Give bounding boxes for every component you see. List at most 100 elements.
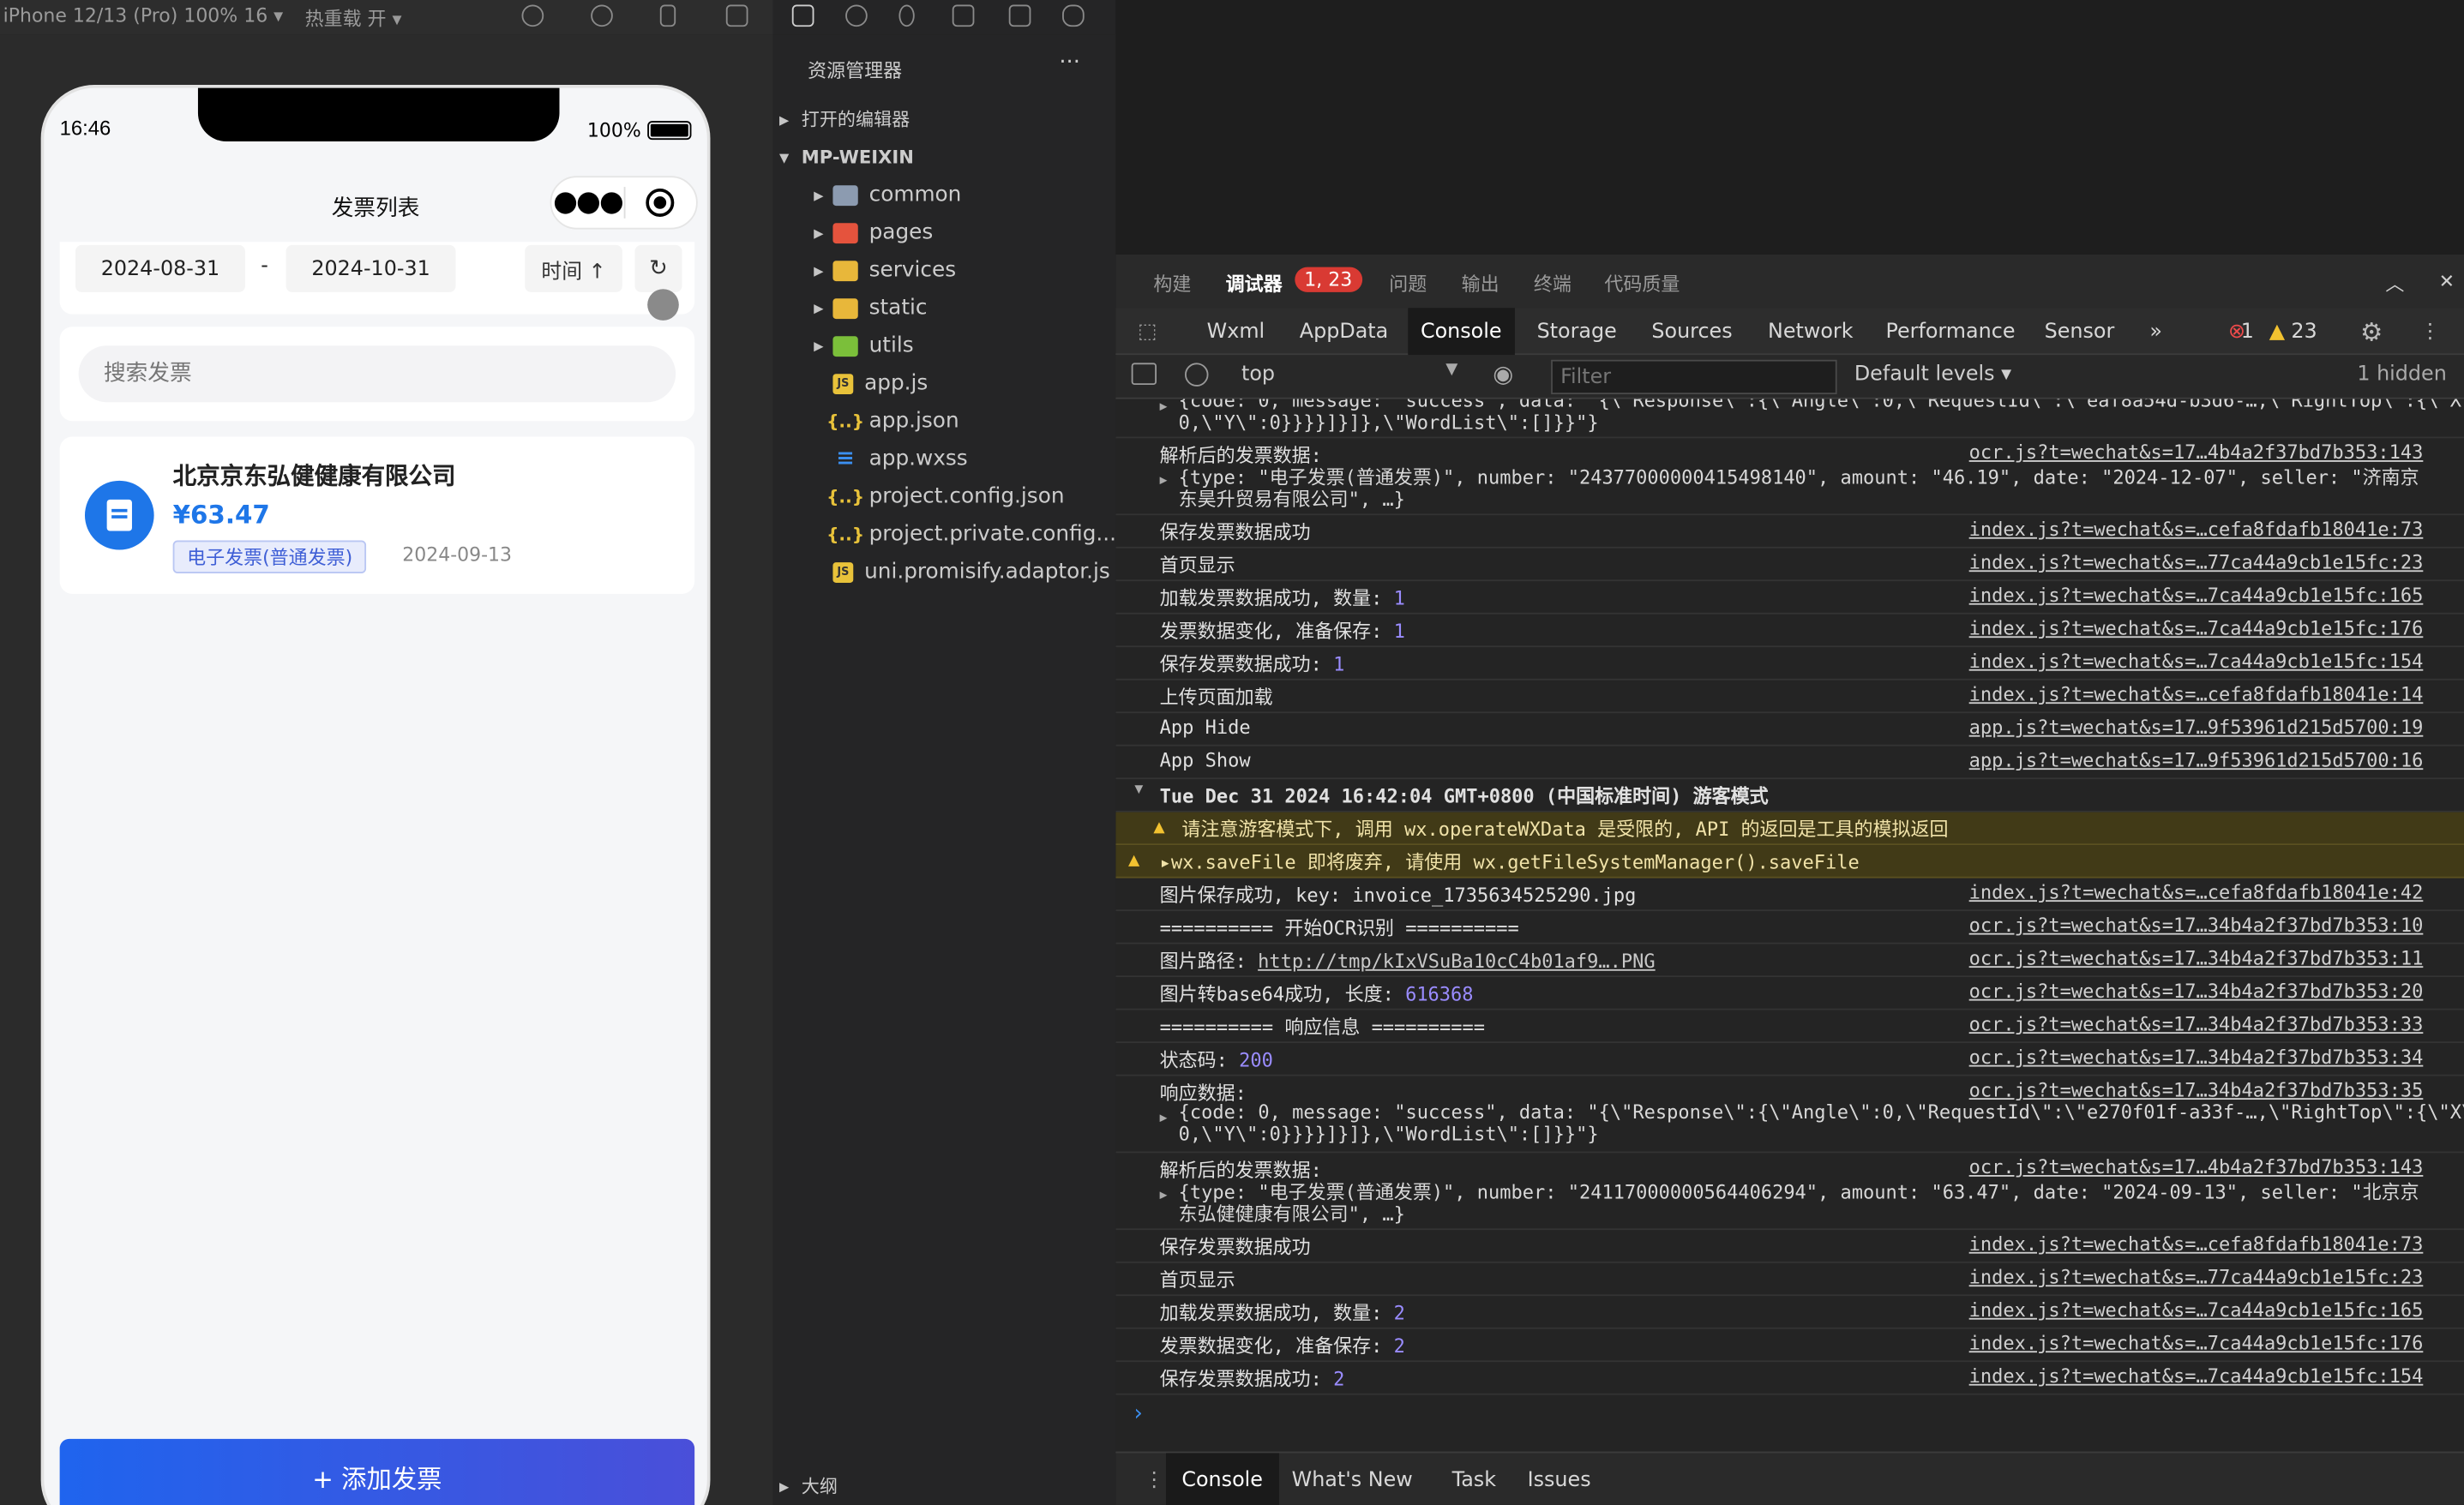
expand-object-icon[interactable]: ▶: [1160, 399, 1168, 413]
invoice-card[interactable]: 北京京东弘健健康有限公司 ¥63.47 电子发票(普通发票) 2024-09-1…: [59, 436, 695, 594]
source-link[interactable]: ocr.js?t=wechat&s=17…34b4a2f37bd7b353:35: [1969, 1079, 2424, 1101]
clear-console-icon[interactable]: [1185, 363, 1209, 387]
sort-time-button[interactable]: 时间 ↑: [525, 244, 622, 292]
expand-object-icon[interactable]: ▶: [1160, 1188, 1168, 1202]
tab-performance[interactable]: Performance: [1873, 308, 2028, 355]
file-item[interactable]: {..} app.json: [826, 402, 959, 440]
tab-sensor[interactable]: Sensor: [2032, 308, 2127, 355]
source-link[interactable]: index.js?t=wechat&s=…cefa8fdafb18041e:73: [1969, 1233, 2424, 1256]
drawer-tab-issues[interactable]: Issues: [1511, 1453, 1607, 1505]
tab-wxml[interactable]: Wxml: [1194, 308, 1277, 355]
extensions-icon[interactable]: [952, 4, 975, 27]
tab-problems[interactable]: 问题: [1389, 270, 1427, 297]
folder-item[interactable]: ▶ services: [804, 251, 956, 289]
source-link[interactable]: ocr.js?t=wechat&s=17…34b4a2f37bd7b353:20: [1969, 980, 2424, 1003]
file-item[interactable]: JS uni.promisify.adaptor.js: [832, 553, 1110, 591]
drawer-tab-console[interactable]: Console: [1166, 1453, 1279, 1505]
scroll-indicator[interactable]: [647, 289, 679, 321]
source-link[interactable]: ocr.js?t=wechat&s=17…4b4a2f37bd7b353:143: [1969, 1156, 2424, 1178]
collapse-icon[interactable]: ︿: [2385, 270, 2404, 297]
file-item[interactable]: {..} project.private.config...: [826, 515, 1116, 553]
tab-network[interactable]: Network: [1755, 308, 1866, 355]
tab-debugger[interactable]: 调试器: [1226, 270, 1283, 297]
close-mini-program-icon[interactable]: [646, 188, 675, 217]
tab-terminal[interactable]: 终端: [1534, 270, 1572, 297]
console-object[interactable]: 0,\"Y\":0}}}}]}]},\"WordList\":[]}}"}: [1179, 1124, 1599, 1146]
expand-group-icon[interactable]: ▼: [1134, 782, 1143, 798]
open-editors-section[interactable]: ▶ 打开的编辑器: [773, 102, 910, 136]
project-root[interactable]: ▼ MP-WEIXIN: [773, 140, 914, 174]
hot-reload-toggle[interactable]: 热重载 开 ▾: [305, 4, 402, 31]
tab-sources[interactable]: Sources: [1639, 308, 1746, 355]
source-link[interactable]: ocr.js?t=wechat&s=17…34b4a2f37bd7b353:34: [1969, 1046, 2424, 1069]
drawer-tab-whats-new[interactable]: What's New: [1276, 1453, 1428, 1505]
add-invoice-button[interactable]: + 添加发票: [59, 1438, 695, 1505]
log-levels-select[interactable]: Default levels ▾: [1854, 363, 2011, 386]
file-item[interactable]: {..} project.config.json: [826, 477, 1064, 515]
folder-item[interactable]: ▶ static: [804, 289, 927, 327]
more-icon[interactable]: ●●●: [551, 179, 624, 226]
files-icon[interactable]: [791, 4, 814, 27]
console-object[interactable]: 东弘健健康有限公司", …}: [1179, 1200, 1405, 1226]
console-object[interactable]: {code: 0, message: "success", data: "{\"…: [1179, 1101, 2464, 1124]
source-link[interactable]: index.js?t=wechat&s=…cefa8fdafb18041e:14: [1969, 683, 2424, 705]
source-link[interactable]: ocr.js?t=wechat&s=17…34b4a2f37bd7b353:11: [1969, 947, 2424, 969]
source-link[interactable]: index.js?t=wechat&s=…7ca44a9cb1e15fc:176: [1969, 1332, 2424, 1354]
end-date-picker[interactable]: 2024-10-31: [285, 244, 456, 292]
folder-item[interactable]: ▶ common: [804, 176, 961, 213]
tab-output[interactable]: 输出: [1462, 270, 1499, 297]
console-prompt[interactable]: ›: [1132, 1401, 1145, 1426]
outline-section[interactable]: ▶ 大纲: [773, 1469, 838, 1503]
drawer-tab-task[interactable]: Task: [1436, 1453, 1511, 1505]
source-link[interactable]: app.js?t=wechat&s=17…9f53961d215d5700:16: [1969, 749, 2424, 771]
console-filter-input[interactable]: [1551, 359, 1837, 395]
source-link[interactable]: index.js?t=wechat&s=…7ca44a9cb1e15fc:154: [1969, 651, 2424, 673]
settings-icon[interactable]: ⚙: [2347, 308, 2395, 355]
source-link[interactable]: app.js?t=wechat&s=17…9f53961d215d5700:19: [1969, 717, 2424, 739]
context-select[interactable]: top: [1241, 363, 1275, 386]
expand-object-icon[interactable]: ▶: [1160, 1111, 1168, 1124]
search-input[interactable]: [78, 345, 676, 403]
folder-item[interactable]: ▶ pages: [804, 213, 933, 251]
file-item[interactable]: JS app.js: [832, 364, 928, 402]
layout-icon[interactable]: [1008, 4, 1031, 27]
console-object[interactable]: 0,\"Y\":0}}}}]}]},\"WordList\":[]}}"}: [1179, 411, 1599, 434]
source-link[interactable]: ocr.js?t=wechat&s=17…34b4a2f37bd7b353:10: [1969, 914, 2424, 937]
inspect-icon[interactable]: ⬚: [1125, 308, 1169, 355]
tab-build[interactable]: 构建: [1153, 270, 1191, 297]
source-link[interactable]: index.js?t=wechat&s=…77ca44a9cb1e15fc:23: [1969, 551, 2424, 573]
tab-code-quality[interactable]: 代码质量: [1604, 270, 1680, 297]
console-object[interactable]: {code: 0, message: "success", data: "{\"…: [1179, 399, 2464, 412]
console-object[interactable]: 东昊升贸易有限公司", …}: [1179, 485, 1405, 512]
search-icon[interactable]: [845, 4, 868, 27]
device-select[interactable]: iPhone 12/13 (Pro) 100% 16 ▾: [3, 4, 284, 27]
rotate-icon[interactable]: [521, 4, 544, 27]
tab-console[interactable]: Console: [1408, 308, 1515, 356]
source-link[interactable]: index.js?t=wechat&s=…7ca44a9cb1e15fc:165: [1969, 1299, 2424, 1322]
source-link[interactable]: index.js?t=wechat&s=…cefa8fdafb18041e:73: [1969, 519, 2424, 541]
folder-item[interactable]: ▶ utils: [804, 327, 913, 364]
window-icon[interactable]: [725, 4, 748, 27]
source-link[interactable]: ocr.js?t=wechat&s=17…4b4a2f37bd7b353:143: [1969, 441, 2424, 464]
docker-icon[interactable]: [1062, 4, 1085, 27]
source-link[interactable]: ocr.js?t=wechat&s=17…34b4a2f37bd7b353:33: [1969, 1013, 2424, 1035]
eye-icon[interactable]: ◉: [1493, 360, 1513, 388]
console-link[interactable]: http://tmp/kIxVSuBa10cC4b01af9….PNG: [1258, 950, 1655, 973]
source-link[interactable]: index.js?t=wechat&s=…cefa8fdafb18041e:42: [1969, 881, 2424, 903]
explorer-more-button[interactable]: ···: [1059, 51, 1079, 75]
error-count[interactable]: 1: [2238, 308, 2257, 355]
close-icon[interactable]: ✕: [2439, 270, 2455, 292]
more-tabs-button[interactable]: »: [2137, 308, 2175, 355]
source-link[interactable]: index.js?t=wechat&s=…7ca44a9cb1e15fc:165: [1969, 585, 2424, 607]
source-link[interactable]: index.js?t=wechat&s=…77ca44a9cb1e15fc:23: [1969, 1266, 2424, 1288]
source-link[interactable]: index.js?t=wechat&s=…7ca44a9cb1e15fc:176: [1969, 617, 2424, 639]
start-date-picker[interactable]: 2024-08-31: [75, 244, 245, 292]
warning-count[interactable]: 23: [2285, 308, 2323, 355]
stop-icon[interactable]: [591, 4, 613, 27]
tab-storage[interactable]: Storage: [1524, 308, 1630, 355]
refresh-icon[interactable]: ↻: [634, 244, 682, 292]
phone-icon[interactable]: [659, 4, 676, 27]
file-item[interactable]: ≡ app.wxss: [832, 440, 967, 477]
expand-object-icon[interactable]: ▶: [1160, 473, 1168, 487]
git-icon[interactable]: [898, 4, 915, 27]
